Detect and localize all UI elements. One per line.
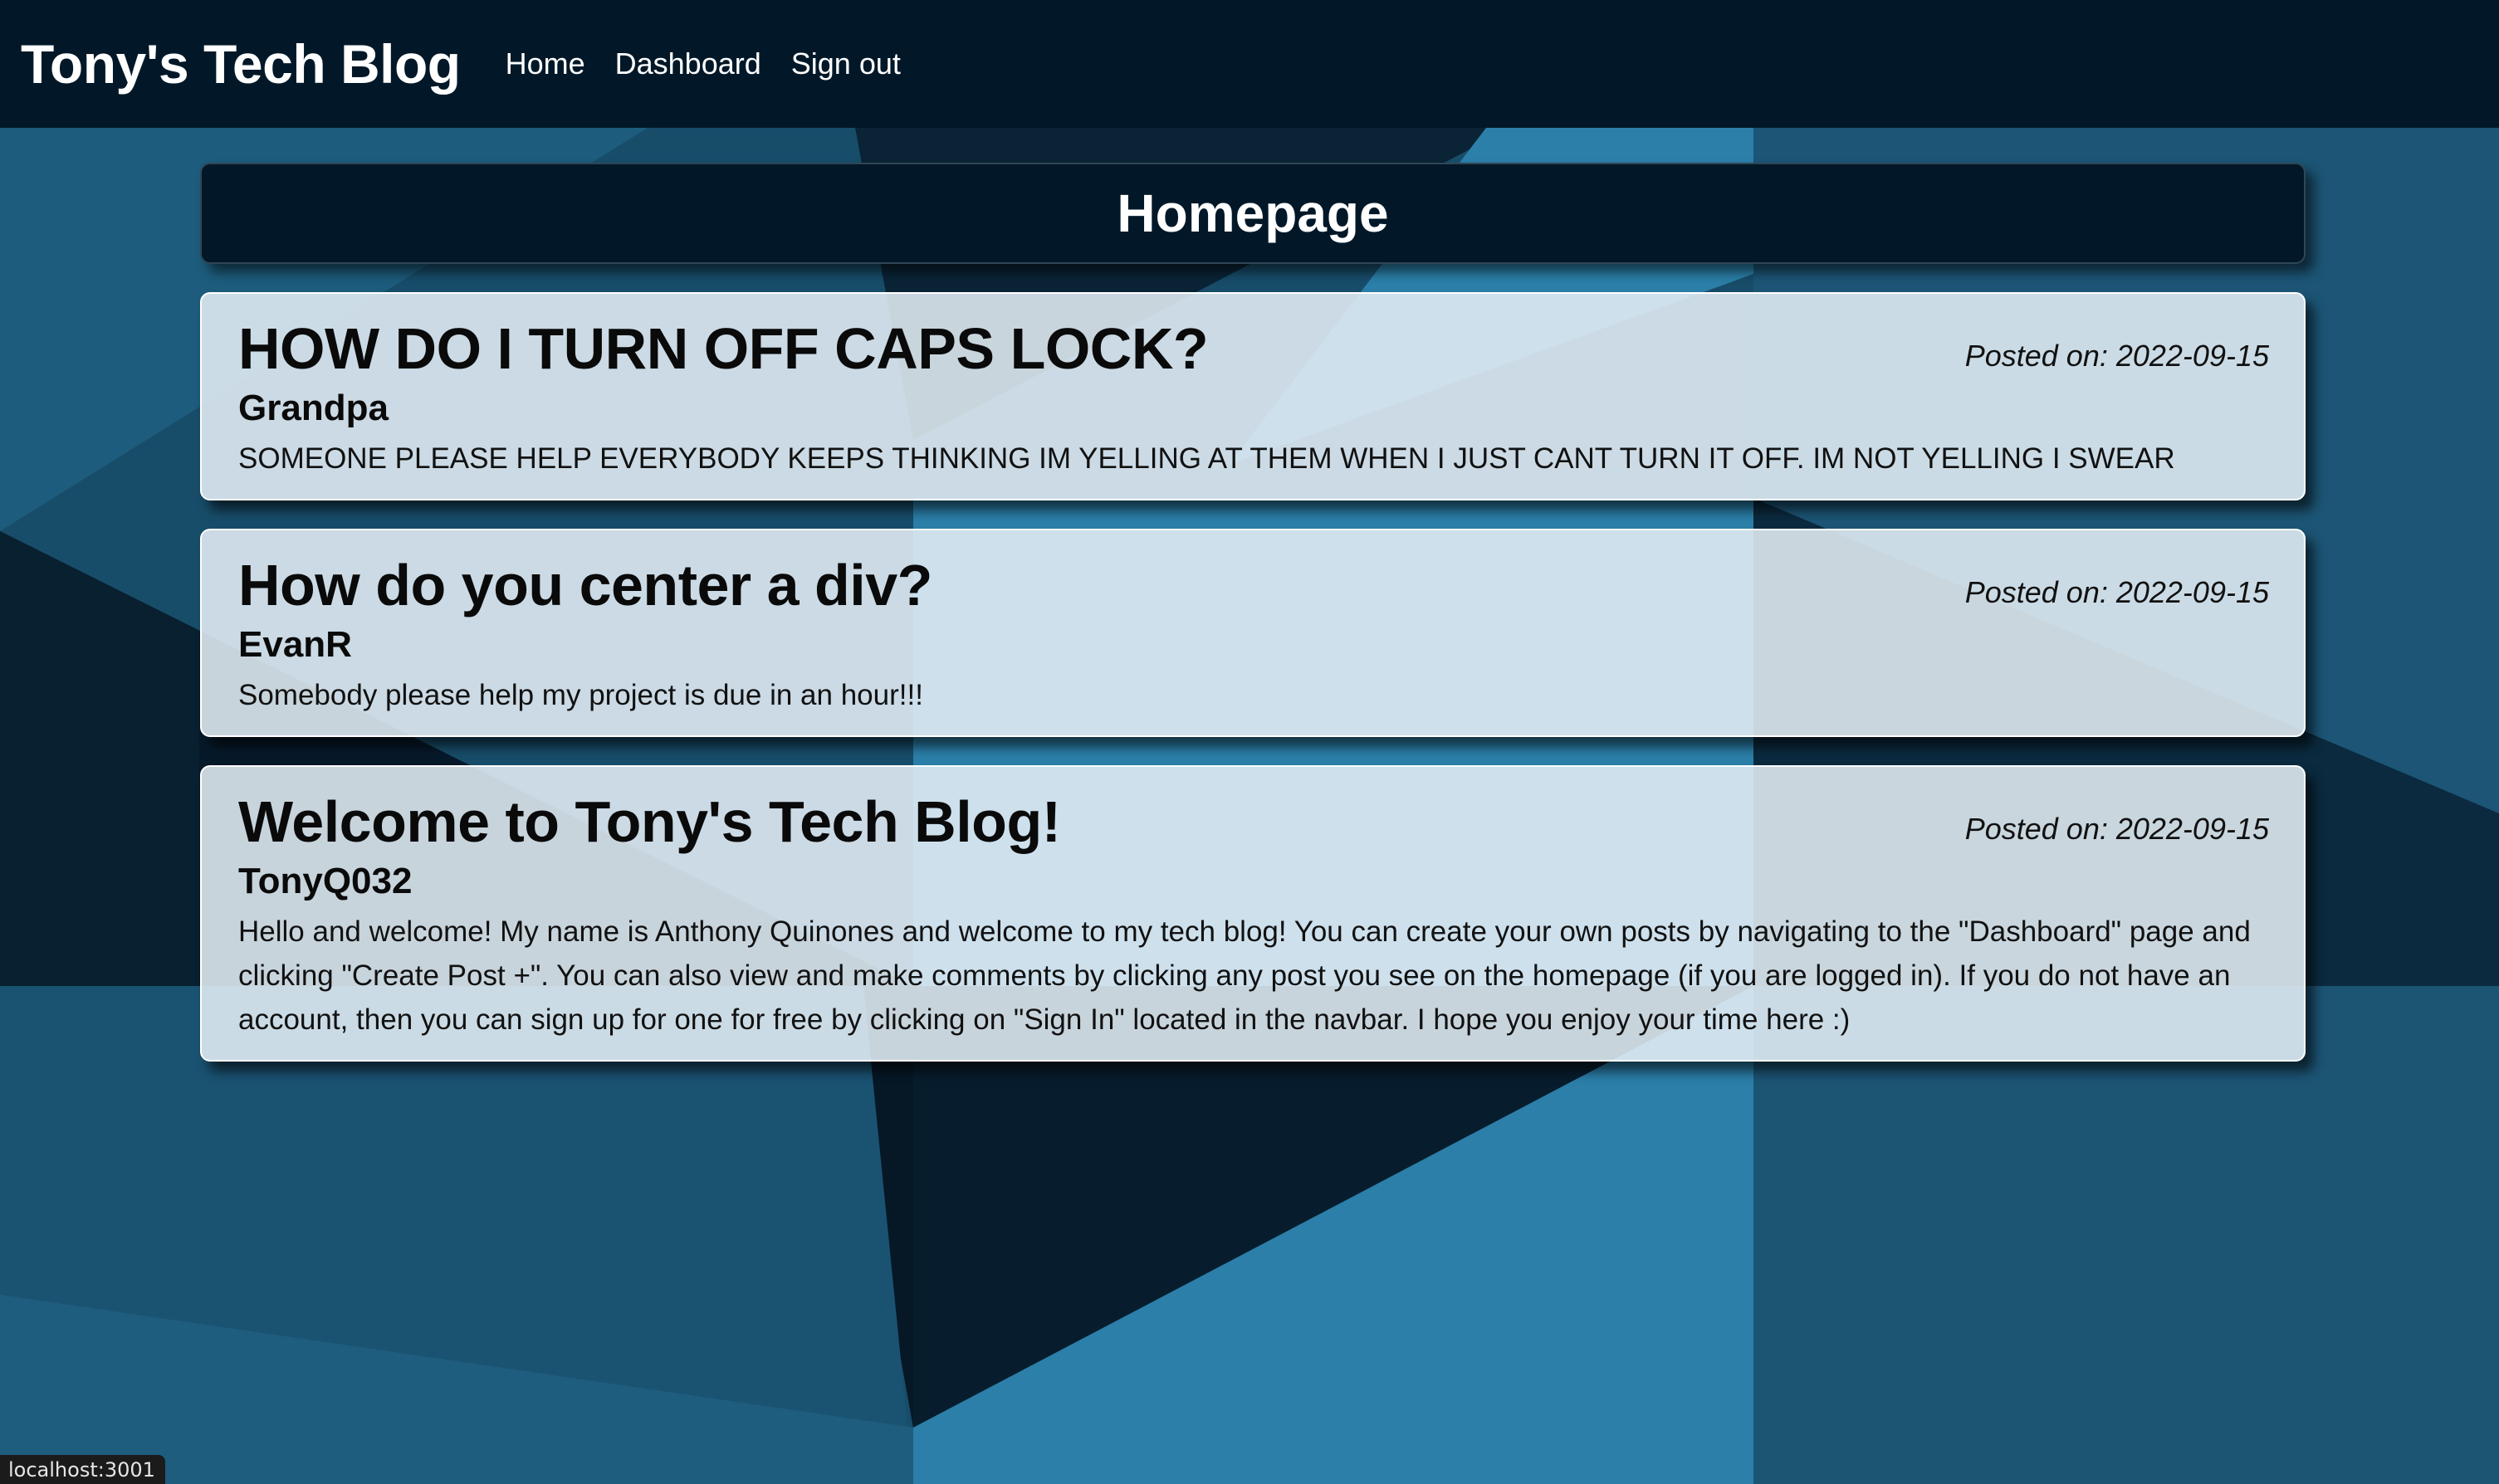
post-card[interactable]: HOW DO I TURN OFF CAPS LOCK? Posted on: … (200, 292, 2306, 500)
post-body: Somebody please help my project is due i… (238, 679, 923, 711)
post-body: Hello and welcome! My name is Anthony Qu… (238, 915, 2251, 1036)
post-card[interactable]: How do you center a div? Posted on: 2022… (200, 529, 2306, 737)
post-date: Posted on: 2022-09-15 (1964, 575, 2269, 609)
page-header: Homepage (200, 163, 2306, 264)
main-content: Homepage HOW DO I TURN OFF CAPS LOCK? Po… (200, 163, 2306, 1090)
post-body: SOMEONE PLEASE HELP EVERYBODY KEEPS THIN… (238, 442, 2175, 475)
page-title: Homepage (1117, 183, 1389, 243)
browser-status-url: localhost:3001 (0, 1455, 165, 1484)
post-author: EvanR (238, 624, 352, 665)
nav-link-home[interactable]: Home (506, 46, 585, 81)
post-date: Posted on: 2022-09-15 (1964, 812, 2269, 846)
post-date: Posted on: 2022-09-15 (1964, 339, 2269, 373)
brand-logo-link[interactable]: Tony's Tech Blog (21, 32, 461, 95)
nav-link-sign-out[interactable]: Sign out (791, 46, 901, 81)
post-card[interactable]: Welcome to Tony's Tech Blog! Posted on: … (200, 765, 2306, 1062)
post-author: Grandpa (238, 388, 389, 428)
nav-link-dashboard[interactable]: Dashboard (615, 46, 761, 81)
post-author: TonyQ032 (238, 861, 413, 901)
navbar: Tony's Tech Blog Home Dashboard Sign out (0, 0, 2499, 128)
